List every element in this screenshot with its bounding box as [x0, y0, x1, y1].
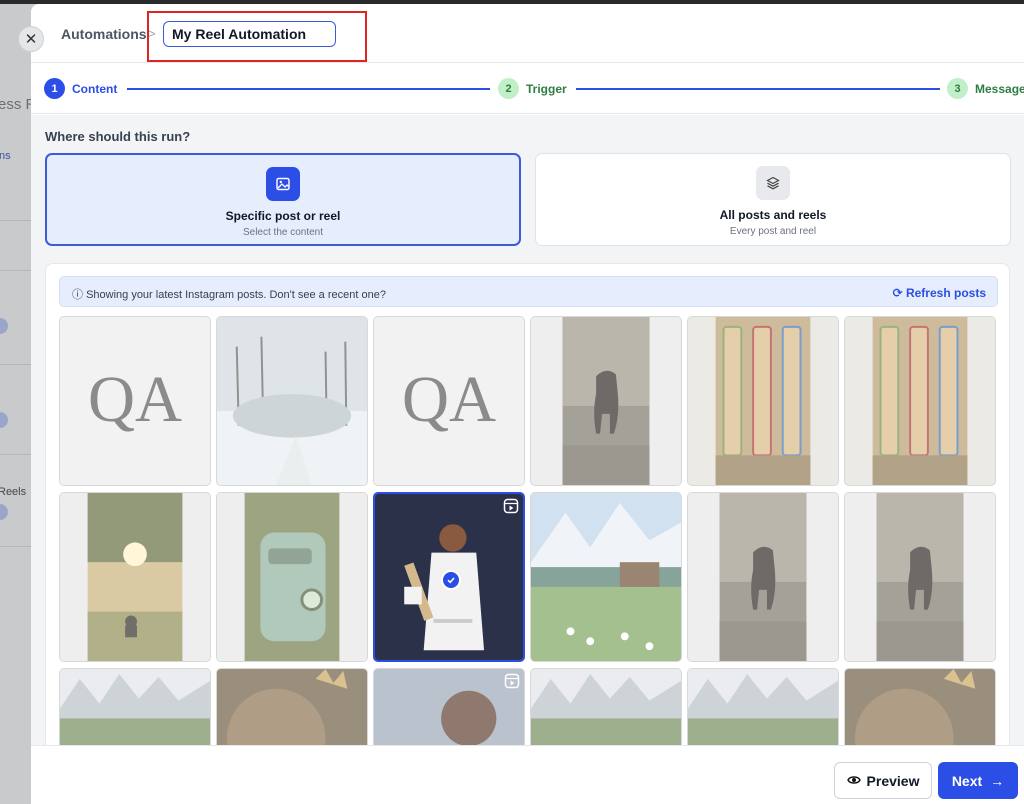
post-thumbnail[interactable] [687, 668, 839, 746]
background-indicator [0, 504, 8, 520]
option-all-posts[interactable]: All posts and reels Every post and reel [535, 153, 1011, 246]
step-number: 1 [44, 78, 65, 99]
post-image [531, 669, 681, 746]
post-image [688, 493, 838, 661]
reel-icon [503, 498, 519, 514]
content-area: Where should this run? Specific post or … [31, 115, 1024, 753]
posts-panel: ⓘ Showing your latest Instagram posts. D… [45, 263, 1010, 753]
post-image [845, 317, 995, 485]
svg-text:QA: QA [88, 364, 182, 436]
post-image [845, 669, 995, 746]
step-trigger[interactable]: 2 Trigger [498, 78, 567, 99]
post-image [60, 669, 210, 746]
refresh-posts-button[interactable]: ⟳ Refresh posts [893, 286, 986, 300]
post-image [845, 493, 995, 661]
image-icon [266, 167, 300, 201]
breadcrumb-automations[interactable]: Automations [61, 26, 147, 42]
step-label: Message [975, 81, 1024, 96]
post-image [688, 669, 838, 746]
post-thumbnail[interactable]: QA [59, 316, 211, 486]
automation-modal: Automations > 1 Content 2 Trigger 3 Mess… [31, 4, 1024, 804]
option-specific-post[interactable]: Specific post or reel Select the content [45, 153, 521, 246]
arrow-right-icon: → [990, 772, 1005, 789]
close-icon: ✕ [24, 31, 38, 48]
close-modal-button[interactable]: ✕ [18, 26, 44, 52]
option-title: Specific post or reel [225, 209, 341, 223]
info-banner: ⓘ Showing your latest Instagram posts. D… [59, 276, 998, 307]
post-thumbnail[interactable] [844, 668, 996, 746]
posts-grid: QA QA [59, 316, 999, 746]
post-thumbnail[interactable] [216, 492, 368, 662]
post-thumbnail[interactable] [530, 316, 682, 486]
post-image [217, 493, 367, 661]
info-text-wrapper: ⓘ Showing your latest Instagram posts. D… [72, 286, 386, 302]
post-image: QA [60, 317, 210, 485]
next-button[interactable]: Next → [938, 762, 1018, 799]
post-thumbnail[interactable] [216, 316, 368, 486]
option-subtitle: Select the content [242, 227, 324, 238]
post-thumbnail[interactable] [59, 492, 211, 662]
modal-header: Automations > [31, 4, 1024, 63]
svg-text:QA: QA [402, 364, 496, 436]
post-image [374, 669, 524, 746]
check-icon [441, 570, 461, 590]
info-text: Showing your latest Instagram posts. Don… [86, 289, 386, 301]
post-thumbnail[interactable] [530, 668, 682, 746]
post-thumbnail[interactable] [844, 492, 996, 662]
post-thumbnail[interactable] [373, 668, 525, 746]
layers-icon [756, 166, 790, 200]
preview-label: Preview [866, 772, 920, 789]
reel-icon [504, 673, 520, 689]
info-icon: ⓘ [72, 289, 87, 301]
post-image: QA [374, 317, 524, 485]
background-indicator [0, 412, 8, 428]
step-label: Trigger [526, 81, 567, 96]
step-connector [127, 88, 490, 90]
post-thumbnail[interactable] [844, 316, 996, 486]
post-image [531, 493, 681, 661]
post-thumbnail[interactable] [59, 668, 211, 746]
post-thumbnail[interactable] [530, 492, 682, 662]
refresh-icon: ⟳ [892, 286, 906, 300]
eye-icon [846, 773, 861, 789]
step-content[interactable]: 1 Content [44, 78, 117, 99]
step-number: 3 [947, 78, 968, 99]
post-thumbnail[interactable]: QA [373, 316, 525, 486]
next-label: Next [951, 772, 983, 789]
step-label: Content [72, 81, 118, 96]
option-title: All posts and reels [719, 208, 827, 222]
post-thumbnail[interactable] [373, 492, 525, 662]
post-thumbnail[interactable] [216, 668, 368, 746]
annotation-highlight [147, 11, 367, 62]
preview-button[interactable]: Preview [834, 762, 932, 799]
post-image [217, 317, 367, 485]
background-indicator [0, 318, 8, 334]
refresh-label: Refresh posts [905, 286, 986, 300]
step-number: 2 [498, 78, 519, 99]
stepper: 1 Content 2 Trigger 3 Message [31, 64, 1024, 114]
step-message[interactable]: 3 Message [947, 78, 1024, 99]
post-thumbnail[interactable] [687, 316, 839, 486]
background-link-fragment: ns [0, 150, 11, 162]
post-image [60, 493, 210, 661]
option-subtitle: Every post and reel [729, 226, 817, 237]
modal-footer: Preview Next → [31, 745, 1024, 804]
section-question: Where should this run? [45, 129, 191, 144]
background-reels-fragment: Reels [0, 486, 27, 498]
post-thumbnail[interactable] [687, 492, 839, 662]
step-connector [576, 88, 940, 90]
post-image [217, 669, 367, 746]
post-image [688, 317, 838, 485]
post-image [531, 317, 681, 485]
